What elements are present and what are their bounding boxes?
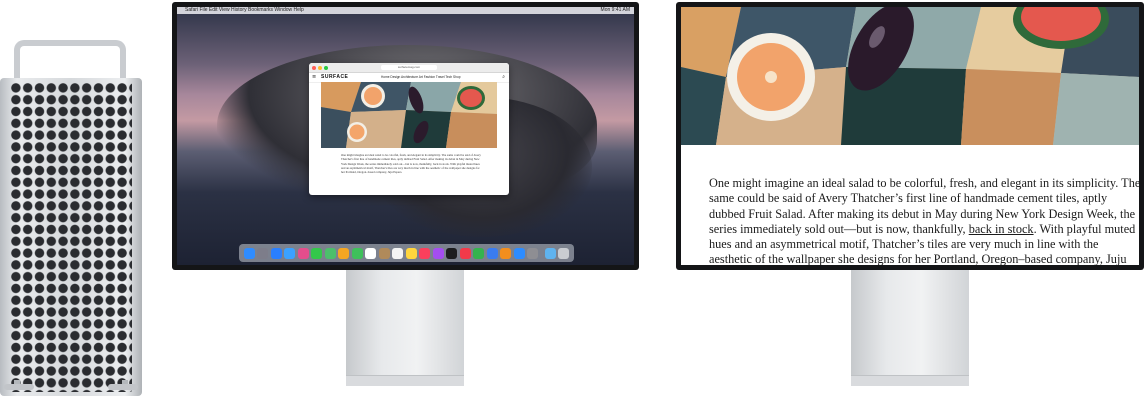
dock [239, 244, 574, 262]
zoom-button[interactable] [324, 65, 328, 70]
contacts-icon[interactable] [378, 247, 390, 259]
menu-items[interactable]: Safari File Edit View History Bookmarks … [185, 7, 304, 14]
keynote-icon[interactable] [486, 247, 498, 259]
music-icon[interactable] [419, 247, 431, 259]
menu-bar: Safari File Edit View History Bookmarks … [177, 7, 634, 14]
podcasts-icon[interactable] [432, 247, 444, 259]
reminders-icon[interactable] [392, 247, 404, 259]
tower-foot [4, 384, 34, 390]
settings-icon[interactable] [527, 247, 539, 259]
site-links[interactable]: Home Design Architecture Art Fashion Tra… [381, 74, 461, 81]
pro-display-left: Safari File Edit View History Bookmarks … [172, 2, 639, 270]
pages-icon[interactable] [500, 247, 512, 259]
display-stand-right [851, 269, 969, 386]
close-button[interactable] [312, 65, 316, 70]
article-text: One might imagine an ideal salad to be c… [341, 153, 481, 175]
mail-icon[interactable] [284, 247, 296, 259]
hero-tile-image-zoomed [681, 7, 1139, 145]
finder-icon[interactable] [243, 247, 255, 259]
safari-window[interactable]: surfacemag.com ≡ SURFACE Home Design Arc… [309, 63, 509, 195]
numbers-icon[interactable] [473, 247, 485, 259]
launchpad-icon[interactable] [257, 247, 269, 259]
notes-icon[interactable] [405, 247, 417, 259]
tower-grille [10, 82, 132, 392]
minimize-button[interactable] [318, 65, 322, 70]
site-logo[interactable]: SURFACE [321, 74, 348, 81]
back-in-stock-link[interactable]: back in stock [969, 222, 1034, 236]
search-icon[interactable]: ⌕ [502, 74, 505, 81]
pro-display-right: One might imagine an ideal salad to be c… [676, 2, 1144, 270]
folder-icon[interactable] [544, 247, 556, 259]
display-stand-left [346, 269, 464, 386]
news-icon[interactable] [459, 247, 471, 259]
window-titlebar[interactable]: surfacemag.com [309, 63, 509, 73]
address-bar[interactable]: surfacemag.com [381, 65, 437, 70]
hero-tile-image [321, 82, 497, 148]
desktop-screen: Safari File Edit View History Bookmarks … [177, 7, 634, 265]
menu-clock[interactable]: Mon 9:41 AM [601, 7, 630, 14]
tower-foot [108, 384, 138, 390]
hamburger-icon[interactable]: ≡ [312, 74, 316, 81]
facetime-icon[interactable] [351, 247, 363, 259]
tower-body [0, 78, 142, 396]
zoomed-article-text: One might imagine an ideal salad to be c… [709, 176, 1139, 265]
messages-icon[interactable] [311, 247, 323, 259]
photos-icon[interactable] [297, 247, 309, 259]
trash-icon[interactable] [558, 247, 570, 259]
safari-icon[interactable] [270, 247, 282, 259]
zoomed-screen: One might imagine an ideal salad to be c… [681, 7, 1139, 265]
photos-icon[interactable] [338, 247, 350, 259]
mac-pro-tower [0, 40, 145, 396]
appstore-icon[interactable] [513, 247, 525, 259]
calendar-icon[interactable] [365, 247, 377, 259]
maps-icon[interactable] [324, 247, 336, 259]
tv-icon[interactable] [446, 247, 458, 259]
